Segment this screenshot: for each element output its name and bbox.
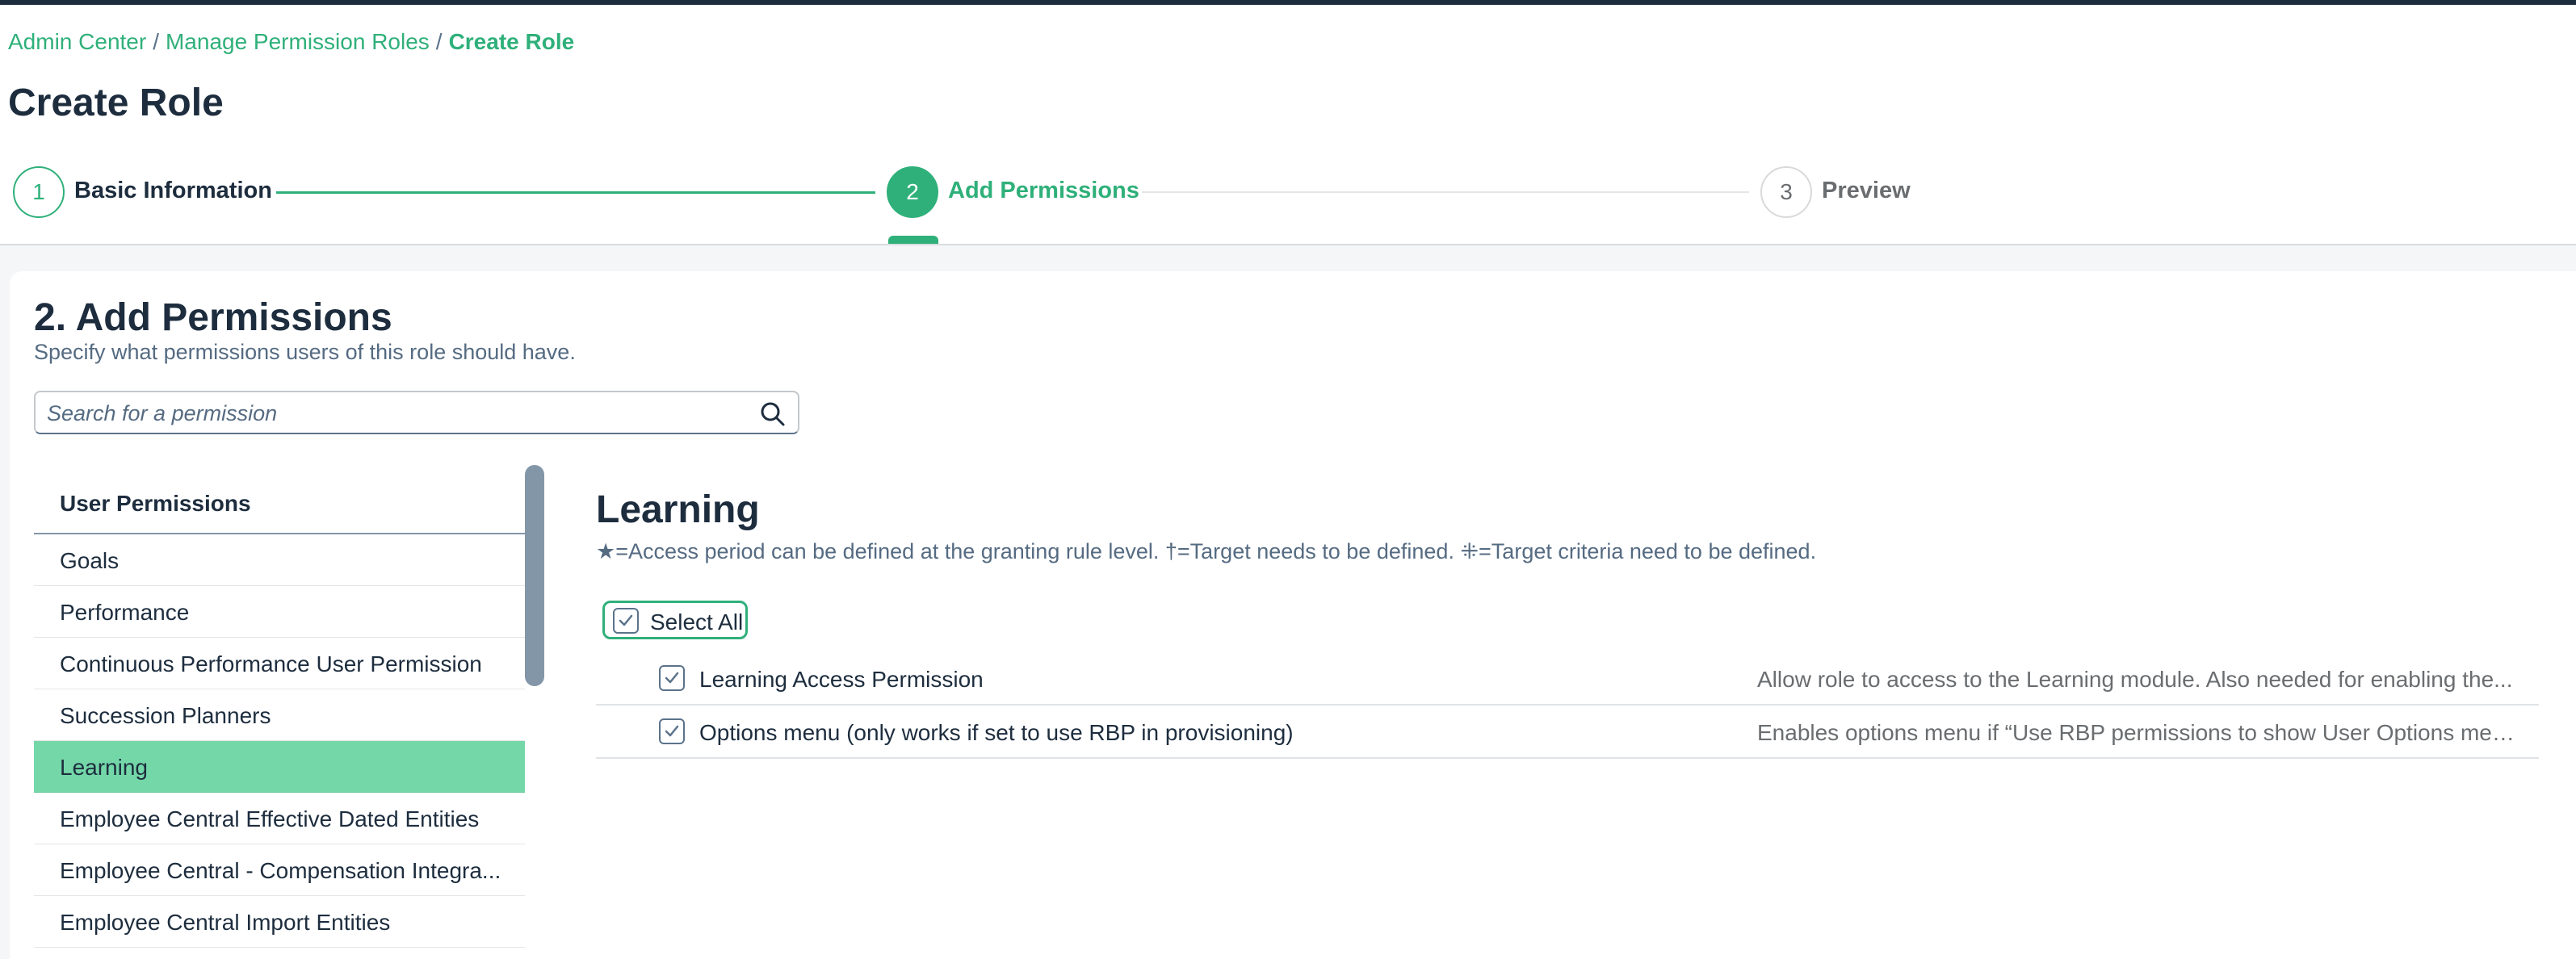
- list-item-goals[interactable]: Goals: [34, 534, 525, 586]
- permission-description: Enables options menu if “Use RBP permiss…: [1757, 720, 2516, 745]
- permission-legend: ★=Access period can be defined at the gr…: [596, 539, 1817, 563]
- category-title: Learning: [596, 488, 760, 531]
- wizard-step-1-circle[interactable]: 1: [13, 166, 65, 218]
- breadcrumb: Admin Center / Manage Permission Roles / Cre…: [8, 29, 574, 55]
- select-all-check[interactable]: [613, 608, 639, 634]
- list-header-label: User Permissions: [60, 491, 251, 516]
- list-item-label: Succession Planners: [60, 703, 271, 728]
- search-icon[interactable]: [759, 400, 787, 428]
- wizard-connector-1: [276, 191, 875, 194]
- wizard-step-1-label[interactable]: Basic Information: [74, 178, 272, 204]
- breadcrumb-link-manage-permission-roles[interactable]: Manage Permission Roles: [166, 29, 430, 54]
- permission-name: Options menu (only works if set to use R…: [699, 720, 1294, 745]
- permission-name: Learning Access Permission: [699, 667, 984, 692]
- breadcrumb-current: Create Role: [448, 29, 575, 54]
- check-icon: [665, 725, 679, 737]
- section-title: 2. Add Permissions: [34, 296, 392, 339]
- top-bar: [0, 0, 2576, 5]
- list-item-succession-planners[interactable]: Succession Planners: [34, 689, 525, 741]
- wizard-step-3-label[interactable]: Preview: [1822, 178, 1911, 204]
- list-item-ec-import[interactable]: Employee Central Import Entities: [34, 896, 525, 948]
- list-item-ec-compensation[interactable]: Employee Central - Compensation Integra.…: [34, 844, 525, 896]
- list-item-ec-effective-dated[interactable]: Employee Central Effective Dated Entitie…: [34, 793, 525, 844]
- list-item-label: Continuous Performance User Permission: [60, 651, 482, 676]
- list-scrollbar[interactable]: [525, 465, 544, 686]
- permission-category-list: User Permissions Goals Performance Conti…: [34, 473, 525, 959]
- list-item-label: Employee Central Effective Dated Entitie…: [60, 806, 480, 831]
- select-all-label: Select All: [650, 609, 744, 634]
- list-header: User Permissions: [34, 473, 525, 534]
- section-subtitle: Specify what permissions users of this r…: [34, 340, 576, 364]
- breadcrumb-separator: /: [435, 29, 443, 54]
- list-item-label: Learning: [60, 755, 148, 780]
- breadcrumb-link-admin-center[interactable]: Admin Center: [8, 29, 146, 54]
- wizard-step-2-circle[interactable]: 2: [887, 166, 938, 218]
- permission-row: Options menu (only works if set to use R…: [596, 706, 2539, 759]
- active-step-indicator: [888, 236, 938, 244]
- permission-checkbox[interactable]: [659, 718, 685, 744]
- permission-description: Allow role to access to the Learning mod…: [1757, 667, 2513, 692]
- wizard-step-2-label[interactable]: Add Permissions: [948, 178, 1139, 204]
- breadcrumb-separator: /: [153, 29, 159, 54]
- permission-checkbox[interactable]: [659, 665, 685, 691]
- list-item-label: Employee Central Import Entities: [60, 910, 391, 935]
- list-item-label: Goals: [60, 548, 120, 573]
- wizard-connector-2: [1142, 191, 1749, 193]
- select-all-checkbox[interactable]: Select All: [602, 601, 748, 639]
- list-item-label: Performance: [60, 600, 190, 625]
- permission-row: Learning Access Permission Allow role to…: [596, 652, 2539, 706]
- wizard-step-3-circle[interactable]: 3: [1760, 166, 1812, 218]
- page-title: Create Role: [8, 82, 224, 124]
- search-input[interactable]: [47, 399, 741, 428]
- list-item-label: Employee Central - Compensation Integra.…: [60, 858, 501, 883]
- check-icon: [619, 614, 633, 626]
- search-field[interactable]: [34, 391, 799, 434]
- list-item-learning[interactable]: Learning: [34, 741, 525, 793]
- list-item-continuous-performance[interactable]: Continuous Performance User Permission: [34, 638, 525, 689]
- list-item-performance[interactable]: Performance: [34, 586, 525, 638]
- wizard-steps: 1 Basic Information 2 Add Permissions 3 …: [0, 158, 2576, 247]
- check-icon: [665, 672, 679, 684]
